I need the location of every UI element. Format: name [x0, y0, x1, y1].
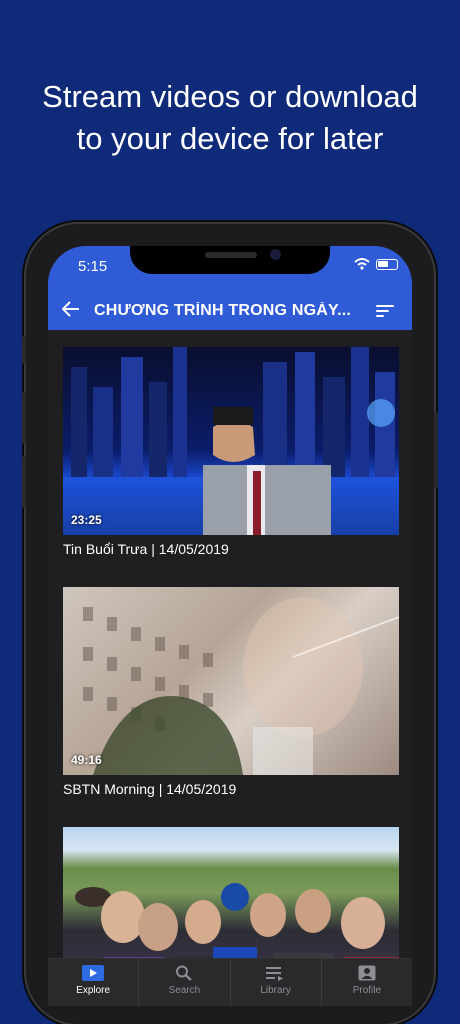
headline-line-2: to your device for later: [76, 121, 384, 156]
library-icon: [265, 967, 283, 981]
sort-button[interactable]: [376, 305, 394, 317]
status-icons: [354, 258, 398, 270]
phone-mute-switch: [22, 336, 26, 364]
tab-library[interactable]: Library: [229, 959, 321, 1006]
arrow-left-icon: [61, 300, 79, 317]
tab-explore-label: Explore: [76, 985, 111, 996]
video-title[interactable]: Tin Buổi Trưa | 14/05/2019: [63, 541, 399, 557]
tab-profile[interactable]: Profile: [320, 959, 412, 1006]
app-screen: 5:15 CHƯƠNG TRÌNH TRONG NGÀY... 23:25 Ti…: [48, 246, 412, 1006]
phone-power-button: [434, 412, 438, 488]
search-icon: [176, 965, 193, 981]
headline-line-1: Stream videos or download: [42, 79, 418, 114]
play-icon: [82, 965, 105, 981]
front-camera: [270, 249, 281, 260]
phone-volume-down: [22, 456, 26, 508]
tab-search-label: Search: [168, 985, 201, 996]
app-bar: CHƯƠNG TRÌNH TRONG NGÀY...: [48, 292, 412, 330]
video-duration: 23:25: [71, 513, 102, 527]
bottom-tab-bar: Explore Search Library Profile: [48, 958, 412, 1006]
video-card[interactable]: [63, 827, 399, 958]
status-bar: 5:15: [48, 246, 412, 292]
video-card[interactable]: 49:16 SBTN Morning | 14/05/2019: [63, 587, 399, 797]
video-card[interactable]: 23:25 Tin Buổi Trưa | 14/05/2019: [63, 347, 399, 557]
wifi-icon: [354, 258, 370, 270]
building-portrait-image: [83, 597, 399, 775]
video-list[interactable]: 23:25 Tin Buổi Trưa | 14/05/2019 49:16 S…: [48, 330, 412, 958]
promo-headline: Stream videos or download to your device…: [0, 76, 460, 160]
profile-icon: [358, 965, 376, 981]
phone-notch: [130, 246, 330, 274]
page-title: CHƯƠNG TRÌNH TRONG NGÀY...: [94, 302, 352, 319]
battery-icon: [376, 258, 398, 270]
status-time: 5:15: [78, 258, 108, 275]
back-button[interactable]: [61, 300, 82, 323]
phone-volume-up: [22, 392, 26, 444]
video-title[interactable]: SBTN Morning | 14/05/2019: [63, 781, 399, 797]
tab-profile-label: Profile: [352, 985, 382, 996]
video-thumbnail[interactable]: 23:25: [63, 347, 399, 535]
tab-explore[interactable]: Explore: [48, 959, 138, 1006]
speaker-grille: [205, 252, 257, 258]
video-thumbnail[interactable]: [63, 827, 399, 958]
tab-search[interactable]: Search: [138, 959, 229, 1006]
tab-library-label: Library: [260, 985, 291, 996]
video-duration: 49:16: [71, 753, 102, 767]
crowd-photo-image: [75, 883, 399, 958]
city-skyline-image: [63, 347, 399, 535]
video-thumbnail[interactable]: 49:16: [63, 587, 399, 775]
